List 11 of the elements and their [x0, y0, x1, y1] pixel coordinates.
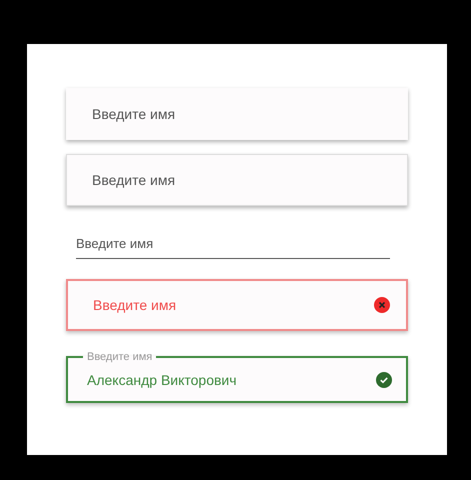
field-value: Александр Викторович [87, 372, 238, 388]
text-input[interactable]: Введите имя [93, 297, 374, 313]
text-input[interactable]: Введите имя [92, 106, 391, 122]
input-field[interactable]: Введите имя [66, 279, 408, 331]
input-field[interactable]: Введите имя Александр Викторович [66, 351, 408, 403]
check-icon [376, 372, 392, 388]
field-label: Введите имя [86, 351, 154, 363]
text-input[interactable]: Введите имя [92, 172, 391, 188]
error-icon [374, 297, 390, 313]
input-field[interactable]: Введите имя [76, 230, 390, 259]
input-field[interactable]: Введите имя [66, 88, 408, 140]
